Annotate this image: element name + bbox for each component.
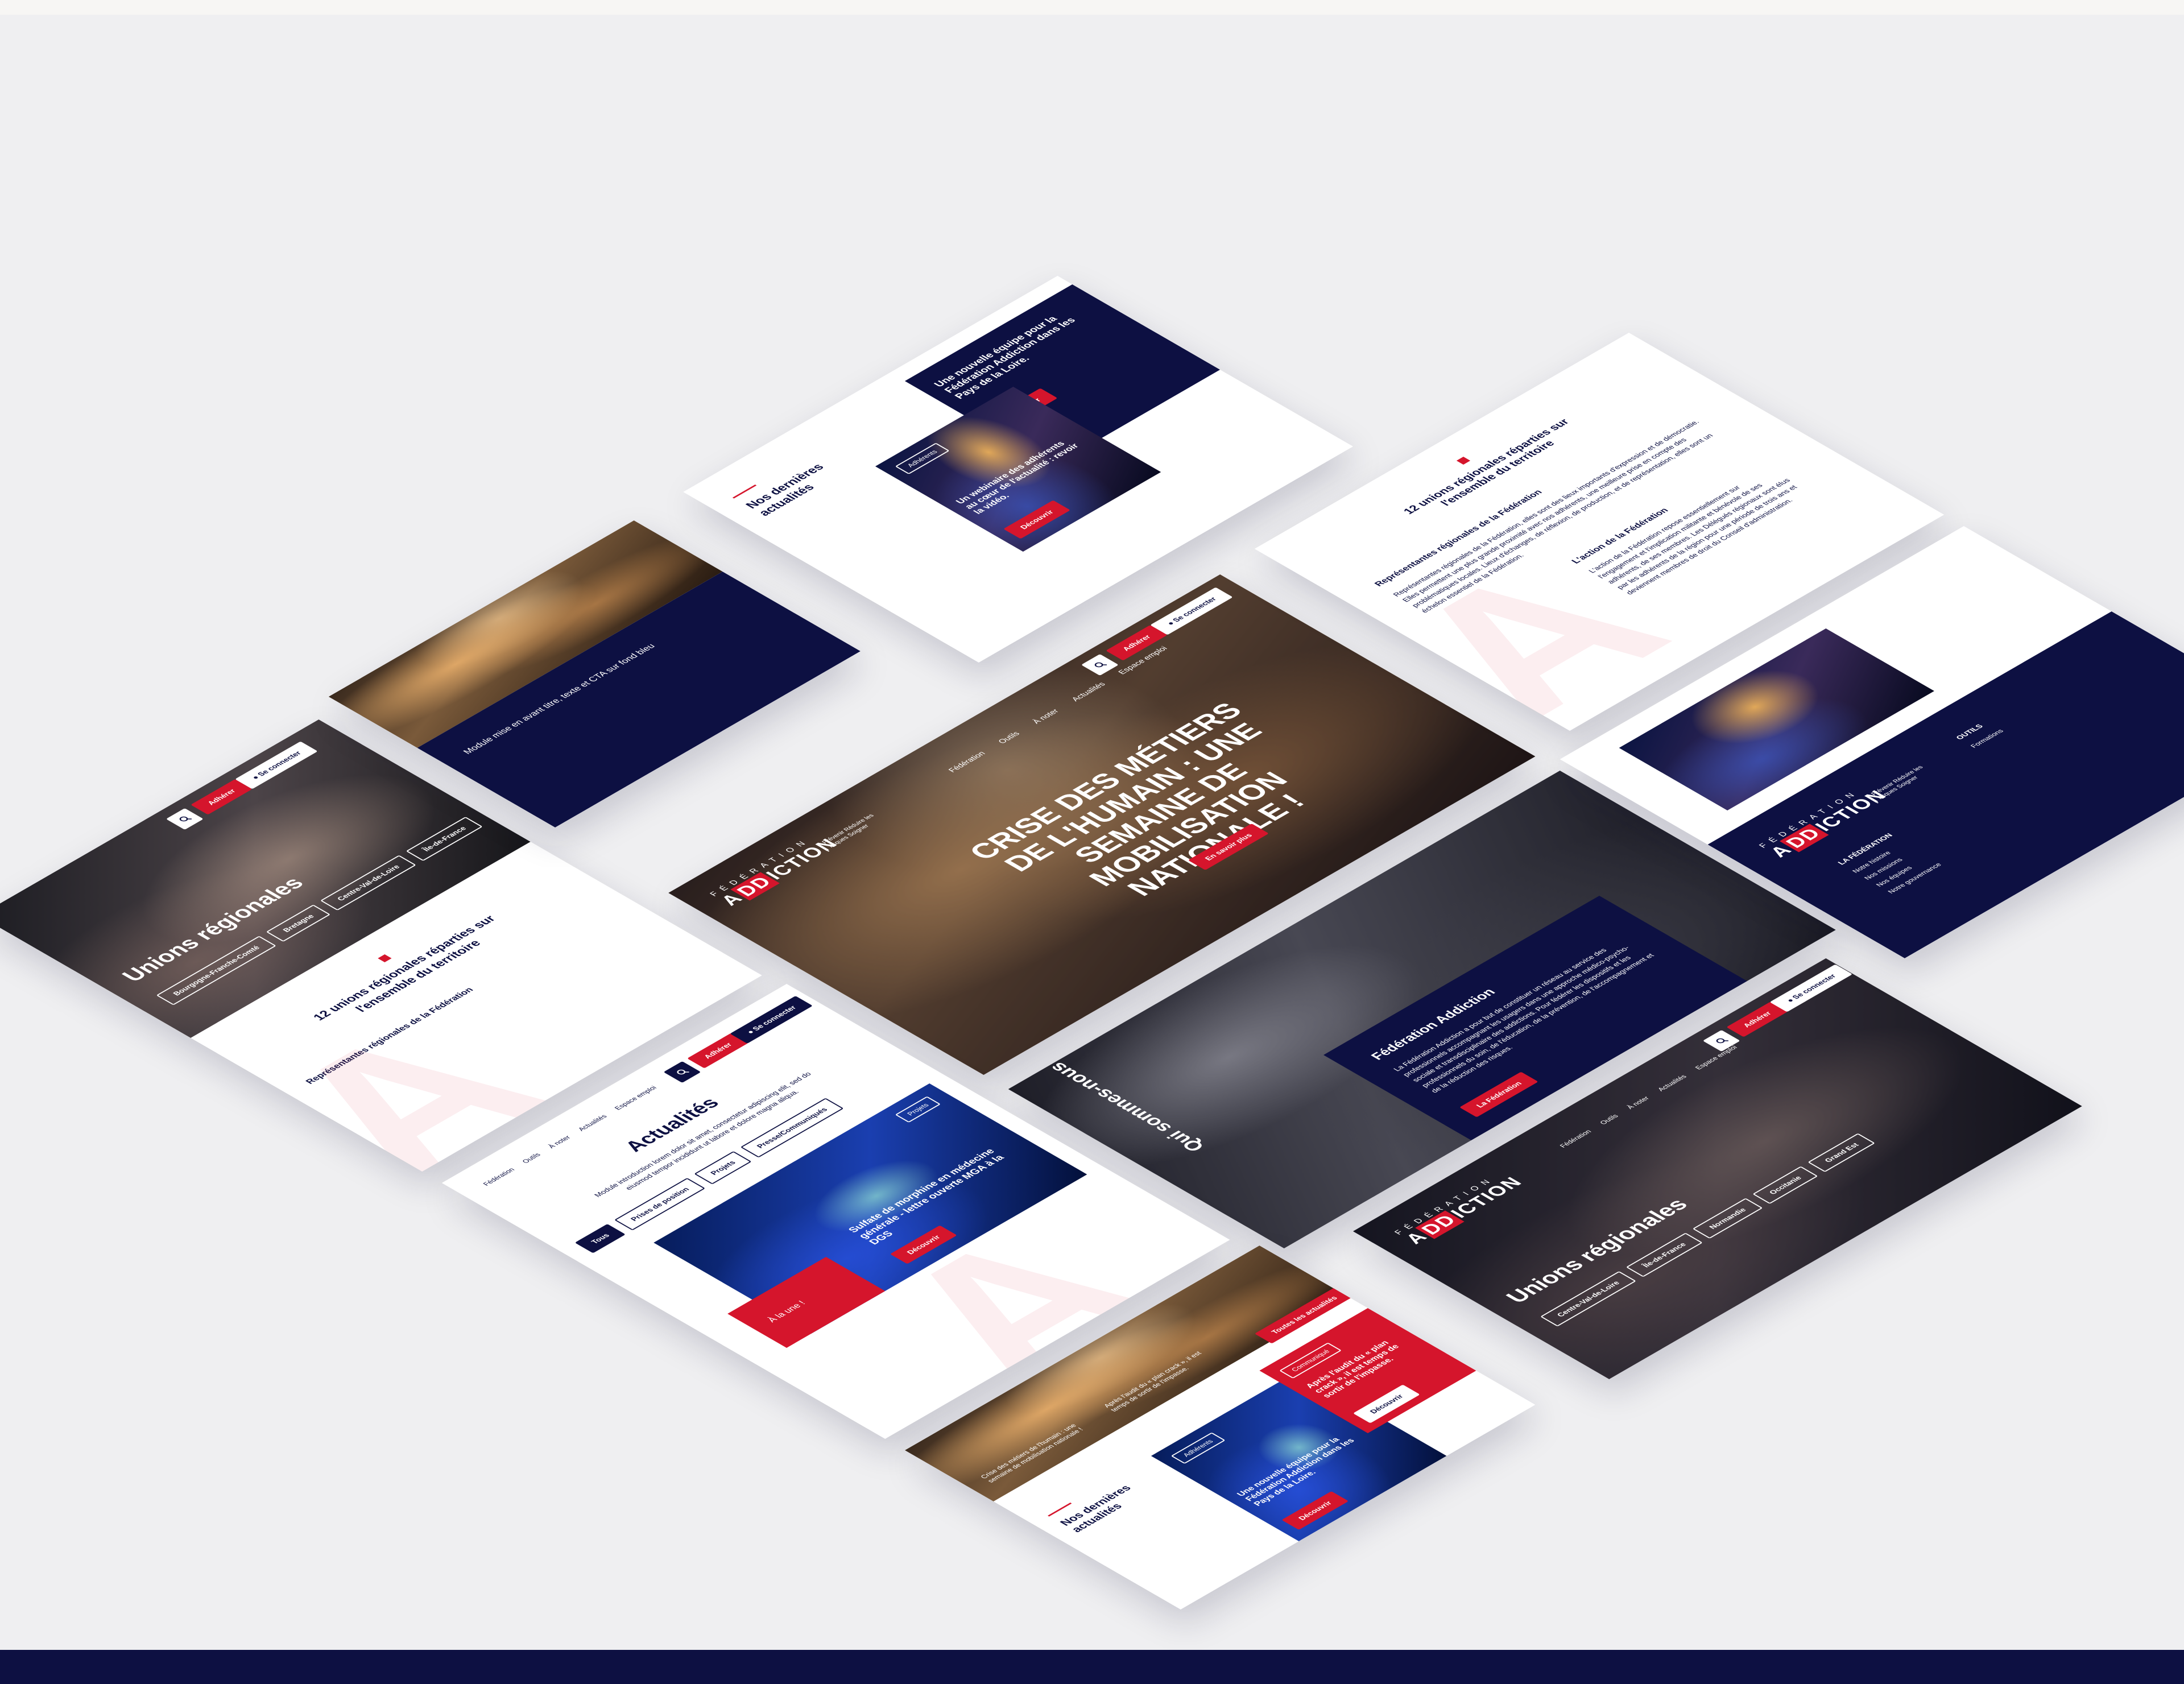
news-card1-title: Une nouvelle équipe pour la Fédération A… [931, 314, 1078, 401]
news-title: Nos dernières actualités [742, 461, 827, 518]
news-card2-cta[interactable]: Découvrir [1003, 500, 1070, 539]
news-card-cta[interactable]: Découvrir [1281, 1491, 1349, 1530]
login-button[interactable]: ● Se connecter [730, 995, 813, 1044]
logo-tagline: Prévenir Réduire les risques Soigner [1864, 762, 1937, 804]
quote-mark [378, 954, 392, 963]
footer-col1-title: LA FÉDÉRATION [1835, 831, 1895, 866]
nav-item-federation[interactable]: Fédération [481, 1166, 516, 1187]
news-red-cta[interactable]: Découvrir [1352, 1384, 1420, 1424]
about-cta[interactable]: La Fédération [1459, 1071, 1538, 1118]
search-button[interactable] [663, 1061, 701, 1083]
search-icon [179, 816, 192, 822]
news-card-title: Une nouvelle équipe pour la Fédération A… [1235, 1435, 1357, 1508]
search-icon [1716, 1038, 1728, 1044]
featured-tag: Projets [895, 1096, 941, 1123]
news-title: Nos dernières actualités [1057, 1483, 1134, 1534]
nav-item-actualites[interactable]: Actualités [576, 1114, 609, 1132]
quote-mark [1456, 457, 1471, 465]
nav-item-outils[interactable]: Outils [520, 1152, 543, 1164]
une-label: À la une ! [766, 1300, 808, 1324]
top-strip [0, 0, 2184, 15]
bottom-band [0, 1650, 2184, 1684]
news-card2-title: Un webinaire des adhérents au cœur de l'… [954, 440, 1081, 516]
nav-item-a-noter[interactable]: À noter [546, 1135, 572, 1149]
login-label: Se connecter [750, 1004, 799, 1032]
filter-tous[interactable]: Tous [574, 1223, 626, 1253]
search-icon [1094, 662, 1107, 668]
filter-projets[interactable]: Projets [694, 1151, 752, 1185]
news-card2-tag: Adhérents [895, 442, 950, 475]
nav-item-emploi[interactable]: Espace emploi [613, 1085, 658, 1111]
news-card-tag: Adhérents [1170, 1432, 1226, 1464]
search-icon [677, 1069, 689, 1075]
